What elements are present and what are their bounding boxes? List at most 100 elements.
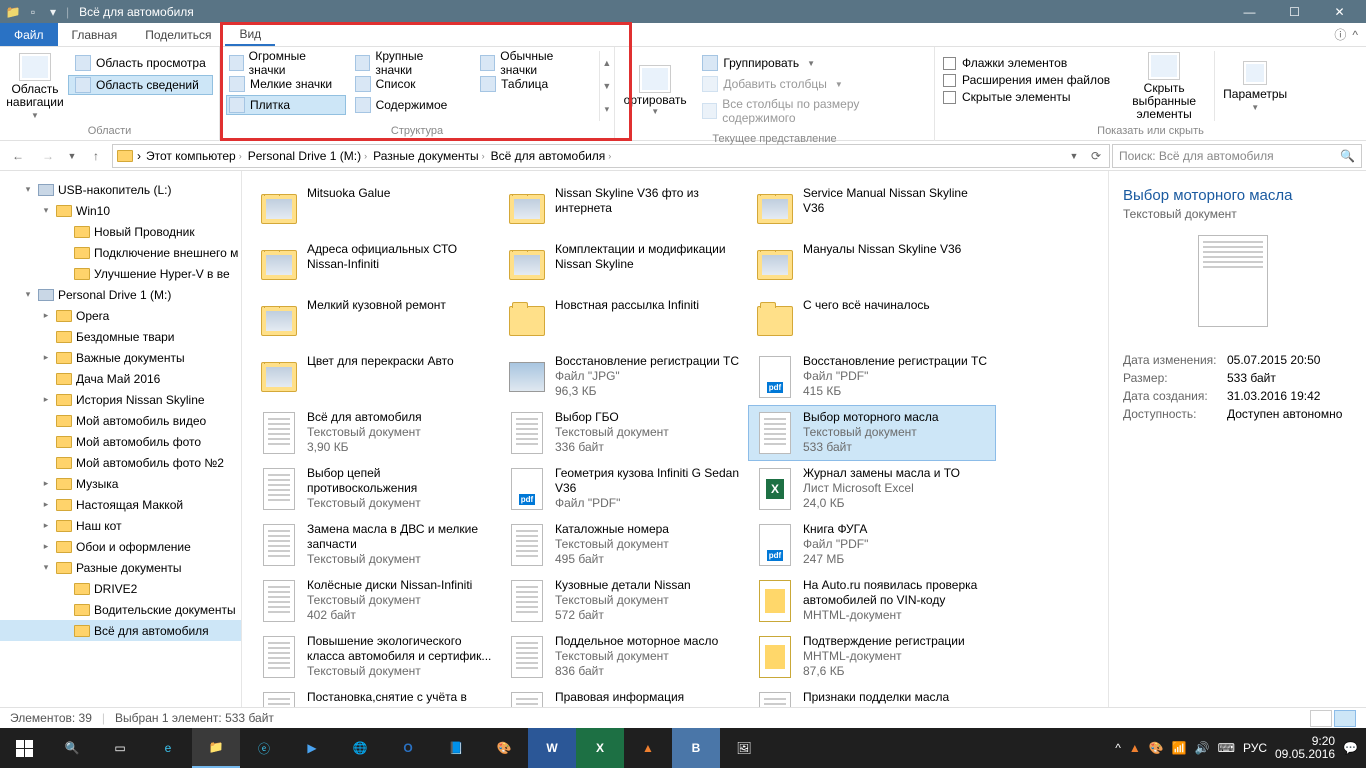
file-tile[interactable]: На Auto.ru появилась проверка автомобиле… xyxy=(748,573,996,629)
layout-scroll-up[interactable]: ▲ xyxy=(600,51,614,74)
file-tile[interactable]: С чего всё начиналось xyxy=(748,293,996,349)
taskbar-excel[interactable]: X xyxy=(576,728,624,768)
taskbar-explorer[interactable]: 📁 xyxy=(192,728,240,768)
address-history-button[interactable]: ▼ xyxy=(1063,144,1085,168)
search-button[interactable]: 🔍 xyxy=(48,728,96,768)
file-extensions-toggle[interactable]: Расширения имен файлов xyxy=(943,72,1110,88)
taskbar-vlc[interactable]: ▲ xyxy=(624,728,672,768)
file-tile[interactable]: Мелкий кузовной ремонт xyxy=(252,293,500,349)
file-list[interactable]: Mitsuoka GalueNissan Skyline V36 фто из … xyxy=(242,171,1108,707)
start-button[interactable] xyxy=(0,728,48,768)
file-tile[interactable]: Восстановление регистрации ТСФайл "JPG"9… xyxy=(500,349,748,405)
tab-file[interactable]: Файл xyxy=(0,23,58,46)
taskbar-paint[interactable]: 🎨 xyxy=(480,728,528,768)
task-view-button[interactable]: ▭ xyxy=(96,728,144,768)
qat-dropdown[interactable]: ▾ xyxy=(44,3,62,21)
preview-pane-button[interactable]: Область просмотра xyxy=(68,53,213,73)
tab-home[interactable]: Главная xyxy=(58,23,132,46)
file-tile[interactable]: Адреса официальных СТО Nissan-Infiniti xyxy=(252,237,500,293)
search-input[interactable]: Поиск: Всё для автомобиля 🔍 xyxy=(1112,144,1362,168)
file-tile[interactable]: Подтверждение регистрацииMHTML-документ8… xyxy=(748,629,996,685)
back-button[interactable]: ← xyxy=(4,144,32,168)
taskbar-word[interactable]: W xyxy=(528,728,576,768)
help-icon[interactable]: ⓘ xyxy=(1334,26,1346,43)
layout-scroll-more[interactable]: ▾ xyxy=(600,98,614,121)
tree-node[interactable]: ▾Разные документы xyxy=(0,557,241,578)
tiles-view-button[interactable] xyxy=(1334,710,1356,727)
tray-expand-icon[interactable]: ^ xyxy=(1115,741,1121,755)
tray-volume-icon[interactable]: 🔊 xyxy=(1195,741,1210,755)
file-tile[interactable]: Мануалы Nissan Skyline V36 xyxy=(748,237,996,293)
breadcrumb-segment[interactable]: Этот компьютер› xyxy=(143,149,245,163)
tree-node[interactable]: ▾USB-накопитель (L:) xyxy=(0,179,241,200)
file-tile[interactable]: pdfВосстановление регистрации ТСФайл "PD… xyxy=(748,349,996,405)
file-tile[interactable]: Всё для автомобиляТекстовый документ3,90… xyxy=(252,405,500,461)
tray-paint-icon[interactable]: 🎨 xyxy=(1149,741,1164,755)
refresh-button[interactable]: ⟳ xyxy=(1085,144,1107,168)
tree-node[interactable]: ▾Win10 xyxy=(0,200,241,221)
file-tile[interactable]: Комплектации и модификации Nissan Skylin… xyxy=(500,237,748,293)
add-columns-button[interactable]: Добавить столбцы▼ xyxy=(695,74,926,94)
file-tile[interactable]: Nissan Skyline V36 фто из интернета xyxy=(500,181,748,237)
tree-node[interactable]: Мой автомобиль фото №2 xyxy=(0,452,241,473)
layout-large[interactable]: Крупные значки xyxy=(352,53,472,73)
history-dropdown[interactable]: ▼ xyxy=(64,144,80,168)
tree-node[interactable]: Мой автомобиль видео xyxy=(0,410,241,431)
taskbar-edge[interactable]: e xyxy=(144,728,192,768)
file-tile[interactable]: Цвет для перекраски Авто xyxy=(252,349,500,405)
file-tile[interactable]: XЖурнал замены масла и ТОЛист Microsoft … xyxy=(748,461,996,517)
layout-huge[interactable]: Огромные значки xyxy=(226,53,346,73)
file-tile[interactable]: Правовая информация xyxy=(500,685,748,707)
file-tile[interactable]: Повышение экологического класса автомоби… xyxy=(252,629,500,685)
file-tile[interactable]: Поддельное моторное маслоТекстовый докум… xyxy=(500,629,748,685)
file-tile[interactable]: Выбор моторного маслаТекстовый документ5… xyxy=(748,405,996,461)
maximize-button[interactable]: ☐ xyxy=(1272,0,1317,23)
tree-node[interactable]: Бездомные твари xyxy=(0,326,241,347)
breadcrumb-segment[interactable]: Разные документы› xyxy=(370,149,488,163)
hidden-items-toggle[interactable]: Скрытые элементы xyxy=(943,89,1110,105)
tree-node[interactable]: ▸Наш кот xyxy=(0,515,241,536)
nav-tree[interactable]: ▾USB-накопитель (L:)▾Win10Новый Проводни… xyxy=(0,171,242,707)
tray-notifications-icon[interactable]: 💬 xyxy=(1343,741,1358,755)
nav-pane-button[interactable]: Область навигации ▼ xyxy=(4,51,66,121)
taskbar-media[interactable]: ▶ xyxy=(288,728,336,768)
collapse-ribbon-icon[interactable]: ^ xyxy=(1352,28,1358,42)
taskbar-app2[interactable]: 🖼 xyxy=(720,728,768,768)
tree-node[interactable]: Улучшение Hyper-V в ве xyxy=(0,263,241,284)
tray-keyboard-icon[interactable]: ⌨ xyxy=(1218,741,1235,755)
tray-vlc-icon[interactable]: ▲ xyxy=(1129,741,1141,755)
tree-node[interactable]: Всё для автомобиля xyxy=(0,620,241,641)
taskbar-vk[interactable]: B xyxy=(672,728,720,768)
file-tile[interactable]: Выбор цепей противоскольженияТекстовый д… xyxy=(252,461,500,517)
file-tile[interactable]: Кузовные детали NissanТекстовый документ… xyxy=(500,573,748,629)
tree-node[interactable]: ▸Обои и оформление xyxy=(0,536,241,557)
tree-node[interactable]: ▸Музыка xyxy=(0,473,241,494)
layout-list[interactable]: Список xyxy=(352,74,472,94)
layout-content[interactable]: Содержимое xyxy=(352,95,472,115)
folder-icon[interactable]: ▫ xyxy=(24,3,42,21)
hide-selected-button[interactable]: Скрыть выбранные элементы xyxy=(1114,51,1214,121)
tab-share[interactable]: Поделиться xyxy=(131,23,225,46)
close-button[interactable]: ✕ xyxy=(1317,0,1362,23)
file-tile[interactable]: Mitsuoka Galue xyxy=(252,181,500,237)
file-tile[interactable]: pdfКнига ФУГАФайл "PDF"247 МБ xyxy=(748,517,996,573)
tree-node[interactable]: ▸Opera xyxy=(0,305,241,326)
file-tile[interactable]: Новстная рассылка Infiniti xyxy=(500,293,748,349)
taskbar-chrome[interactable]: 🌐 xyxy=(336,728,384,768)
file-tile[interactable]: Замена масла в ДВС и мелкие запчастиТекс… xyxy=(252,517,500,573)
taskbar-ie[interactable]: ⓔ xyxy=(240,728,288,768)
layout-medium[interactable]: Обычные значки xyxy=(477,53,597,73)
tree-node[interactable]: DRIVE2 xyxy=(0,578,241,599)
file-tile[interactable]: Service Manual Nissan Skyline V36 xyxy=(748,181,996,237)
tree-node[interactable]: ▾Personal Drive 1 (M:) xyxy=(0,284,241,305)
sort-button[interactable]: ортировать ▼ xyxy=(619,51,691,129)
tray-clock[interactable]: 9:20 09.05.2016 xyxy=(1275,735,1335,761)
tree-node[interactable]: Дача Май 2016 xyxy=(0,368,241,389)
autosize-columns-button[interactable]: Все столбцы по размеру содержимого xyxy=(695,95,926,127)
tree-node[interactable]: ▸История Nissan Skyline xyxy=(0,389,241,410)
options-button[interactable]: Параметры ▼ xyxy=(1215,51,1295,121)
taskbar-app1[interactable]: 📘 xyxy=(432,728,480,768)
tab-view[interactable]: Вид xyxy=(225,23,275,46)
minimize-button[interactable]: — xyxy=(1227,0,1272,23)
details-pane-button[interactable]: Область сведений xyxy=(68,75,213,95)
